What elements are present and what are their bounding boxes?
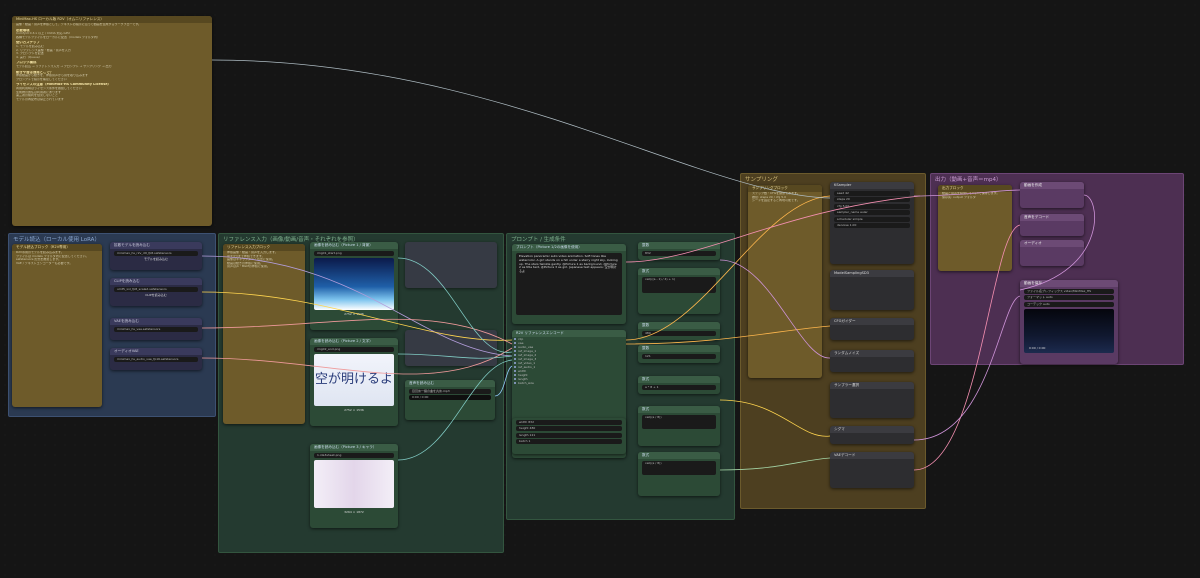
wire	[913, 295, 1021, 441]
wire	[625, 195, 921, 263]
wire	[397, 257, 513, 353]
wire	[625, 195, 831, 341]
wire	[397, 359, 513, 461]
wire	[1019, 194, 1095, 291]
wire	[397, 353, 513, 359]
connection-wires	[201, 59, 1095, 471]
wire	[719, 259, 831, 359]
wire	[201, 347, 513, 375]
wire	[913, 224, 1021, 471]
wire	[719, 457, 831, 471]
wire	[494, 365, 513, 397]
wire	[201, 255, 513, 357]
wire	[719, 399, 831, 437]
wire	[201, 291, 513, 341]
wire	[625, 325, 831, 345]
wire	[201, 318, 513, 345]
wire	[211, 59, 831, 199]
wire	[913, 189, 1021, 197]
